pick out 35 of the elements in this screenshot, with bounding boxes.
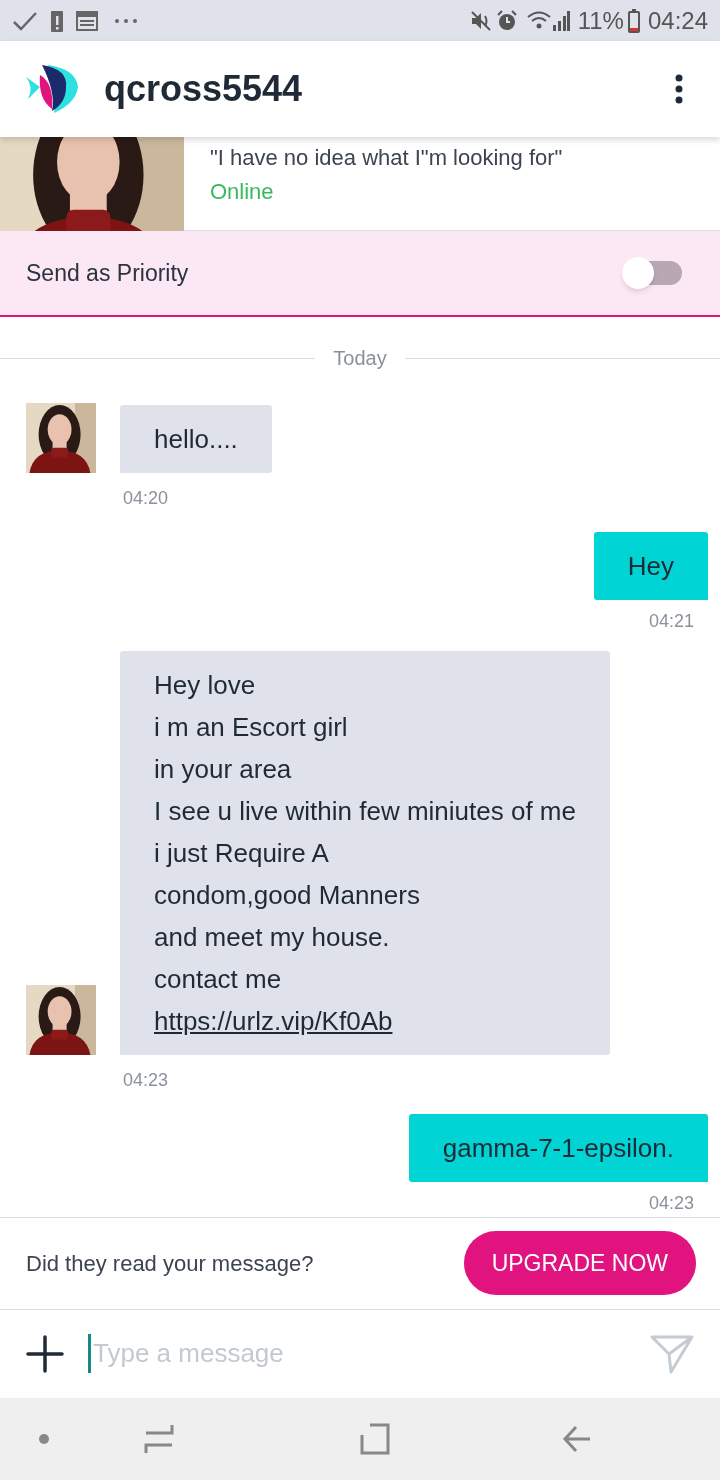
calendar-icon [76, 10, 98, 31]
recent-apps-icon[interactable] [144, 1422, 174, 1455]
more-menu-icon[interactable] [674, 74, 684, 105]
fish-logo-icon [26, 63, 78, 116]
message-time: 04:20 [123, 487, 170, 511]
message-time: 04:23 [123, 1069, 170, 1093]
read-receipt-prompt: Did they read your message? [26, 1249, 314, 1278]
signal-icon [551, 10, 570, 31]
chat-title: qcross5544 [104, 67, 303, 112]
home-icon[interactable] [360, 1422, 390, 1455]
send-icon[interactable] [650, 1333, 694, 1374]
message-link[interactable]: https://urlz.vip/Kf0Ab [154, 1006, 393, 1037]
message-text: Hey love i m an Escort girl in your area I see u live within few miniutes of me i just Require A condom,good Manners and meet my house. contact me https://urlz.vip/Kf0Ab [154, 669, 576, 1039]
message-input[interactable]: Type a message [88, 1334, 650, 1374]
battery-alert-icon [50, 8, 64, 33]
clock: 04:24 [647, 5, 708, 36]
back-icon[interactable] [562, 1423, 592, 1454]
battery-icon [627, 8, 640, 33]
priority-label: Send as Priority [26, 259, 189, 289]
date-divider: Today [332, 346, 388, 372]
battery-percent: 11% [577, 5, 624, 36]
message-text: gamma-7-1-epsilon. [442, 1132, 674, 1166]
online-status: Online [210, 178, 275, 207]
alarm-icon [495, 9, 518, 32]
priority-toggle[interactable] [622, 257, 682, 290]
profile-quote: "I have no idea what I"m looking for" [210, 145, 563, 172]
dot-icon[interactable] [38, 1432, 50, 1445]
message-time: 04:21 [648, 610, 694, 634]
message-text: Hey [627, 550, 674, 584]
plus-icon[interactable] [26, 1334, 64, 1373]
upgrade-button[interactable]: UPGRADE NOW [463, 1231, 696, 1296]
message-text: hello.... [154, 423, 238, 457]
message-time: 04:23 [648, 1192, 694, 1216]
mute-icon [469, 9, 492, 32]
more-icon [114, 17, 138, 24]
